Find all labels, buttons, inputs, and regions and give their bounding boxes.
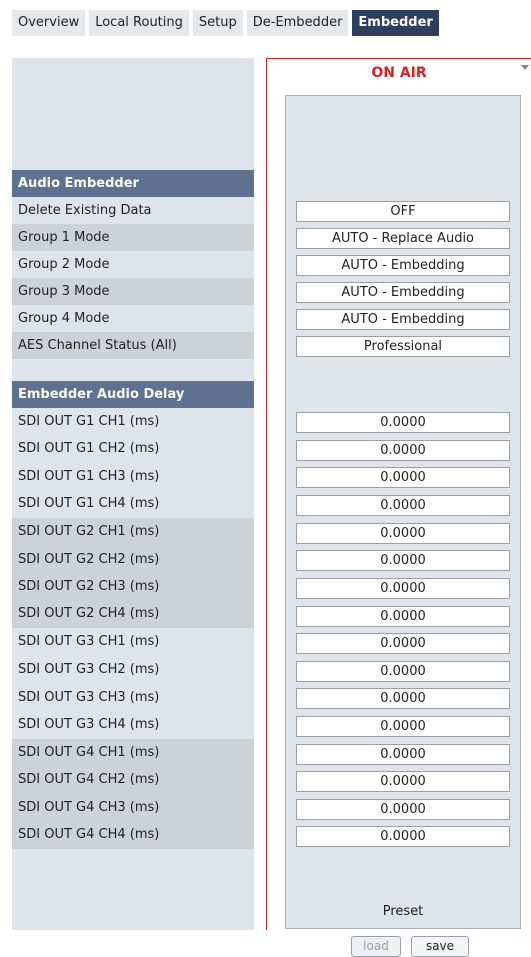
delay-label-g1-ch4: SDI OUT G1 CH4 (ms) — [18, 496, 160, 511]
delay-input-g3-ch2[interactable]: 0.0000 — [296, 661, 510, 682]
tab-local-routing[interactable]: Local Routing — [89, 10, 189, 36]
on-air-status: ON AIR — [371, 65, 427, 81]
audio-embedder-header: Audio Embedder — [12, 170, 254, 197]
delay-input-g4-ch3[interactable]: 0.0000 — [296, 799, 510, 820]
delay-input-g4-ch2[interactable]: 0.0000 — [296, 771, 510, 792]
delay-label-g2-ch3: SDI OUT G2 CH3 (ms) — [18, 579, 160, 594]
delay-input-g1-ch3[interactable]: 0.0000 — [296, 467, 510, 488]
delay-label-g3-ch1: SDI OUT G3 CH1 (ms) — [18, 634, 160, 649]
tab-overview[interactable]: Overview — [12, 10, 86, 36]
delay-label-g3-ch4: SDI OUT G3 CH4 (ms) — [18, 717, 160, 732]
control-column: OFF AUTO - Replace Audio AUTO - Embeddin… — [285, 95, 521, 957]
delay-input-g4-ch1[interactable]: 0.0000 — [296, 744, 510, 765]
delay-label-g4-ch1: SDI OUT G4 CH1 (ms) — [18, 745, 160, 760]
delay-input-g1-ch2[interactable]: 0.0000 — [296, 440, 510, 461]
delay-input-g1-ch1[interactable]: 0.0000 — [296, 412, 510, 433]
preset-label: Preset — [382, 904, 424, 919]
save-preset-button[interactable]: save — [411, 936, 469, 957]
tab-embedder[interactable]: Embedder — [352, 10, 439, 36]
tab-de-embedder[interactable]: De-Embedder — [246, 10, 349, 36]
delete-existing-data-label: Delete Existing Data — [18, 203, 152, 218]
delay-input-g2-ch2[interactable]: 0.0000 — [296, 550, 510, 571]
group-1-mode-select[interactable]: AUTO - Replace Audio — [296, 228, 510, 249]
delay-label-g3-ch3: SDI OUT G3 CH3 (ms) — [18, 690, 160, 705]
tab-bar: Overview Local Routing Setup De-Embedder… — [12, 10, 439, 36]
group-2-mode-select[interactable]: AUTO - Embedding — [296, 255, 510, 276]
delay-input-g2-ch3[interactable]: 0.0000 — [296, 578, 510, 599]
delay-input-g1-ch4[interactable]: 0.0000 — [296, 495, 510, 516]
delay-label-g4-ch3: SDI OUT G4 CH3 (ms) — [18, 800, 160, 815]
delete-existing-data-select[interactable]: OFF — [296, 201, 510, 222]
tab-setup[interactable]: Setup — [192, 10, 243, 36]
group-3-mode-label: Group 3 Mode — [12, 278, 254, 305]
group-2-mode-label: Group 2 Mode — [18, 257, 110, 272]
delay-label-g4-ch2: SDI OUT G4 CH2 (ms) — [18, 772, 160, 787]
delay-label-g2-ch1: SDI OUT G2 CH1 (ms) — [18, 524, 160, 539]
embedder-audio-delay-header: Embedder Audio Delay — [12, 381, 254, 408]
load-preset-button[interactable]: load — [351, 936, 401, 957]
delay-label-g1-ch1: SDI OUT G1 CH1 (ms) — [18, 414, 160, 429]
group-4-mode-select[interactable]: AUTO - Embedding — [296, 309, 510, 330]
delay-input-g3-ch3[interactable]: 0.0000 — [296, 688, 510, 709]
group-1-mode-label: Group 1 Mode — [12, 224, 254, 251]
aes-channel-status-select[interactable]: Professional — [296, 336, 510, 357]
aes-channel-status-label: AES Channel Status (All) — [12, 332, 254, 359]
on-air-panel: ON AIR OFF AUTO - Replace Audio AUTO - E… — [266, 58, 531, 957]
delay-label-g3-ch2: SDI OUT G3 CH2 (ms) — [18, 662, 160, 677]
delay-label-g1-ch3: SDI OUT G1 CH3 (ms) — [18, 469, 160, 484]
delay-label-g1-ch2: SDI OUT G1 CH2 (ms) — [18, 441, 160, 456]
label-panel: Audio Embedder Delete Existing Data Grou… — [12, 58, 254, 930]
panel-menu-arrow-icon[interactable] — [521, 65, 529, 70]
delay-input-g3-ch4[interactable]: 0.0000 — [296, 716, 510, 737]
delay-input-g2-ch1[interactable]: 0.0000 — [296, 523, 510, 544]
delay-input-g3-ch1[interactable]: 0.0000 — [296, 633, 510, 654]
delay-label-g4-ch4: SDI OUT G4 CH4 (ms) — [18, 827, 160, 842]
delay-input-g2-ch4[interactable]: 0.0000 — [296, 606, 510, 627]
delay-input-g4-ch4[interactable]: 0.0000 — [296, 826, 510, 847]
group-4-mode-label: Group 4 Mode — [18, 311, 110, 326]
delay-label-g2-ch4: SDI OUT G2 CH4 (ms) — [18, 606, 160, 621]
delay-label-g2-ch2: SDI OUT G2 CH2 (ms) — [18, 552, 160, 567]
group-3-mode-select[interactable]: AUTO - Embedding — [296, 282, 510, 303]
